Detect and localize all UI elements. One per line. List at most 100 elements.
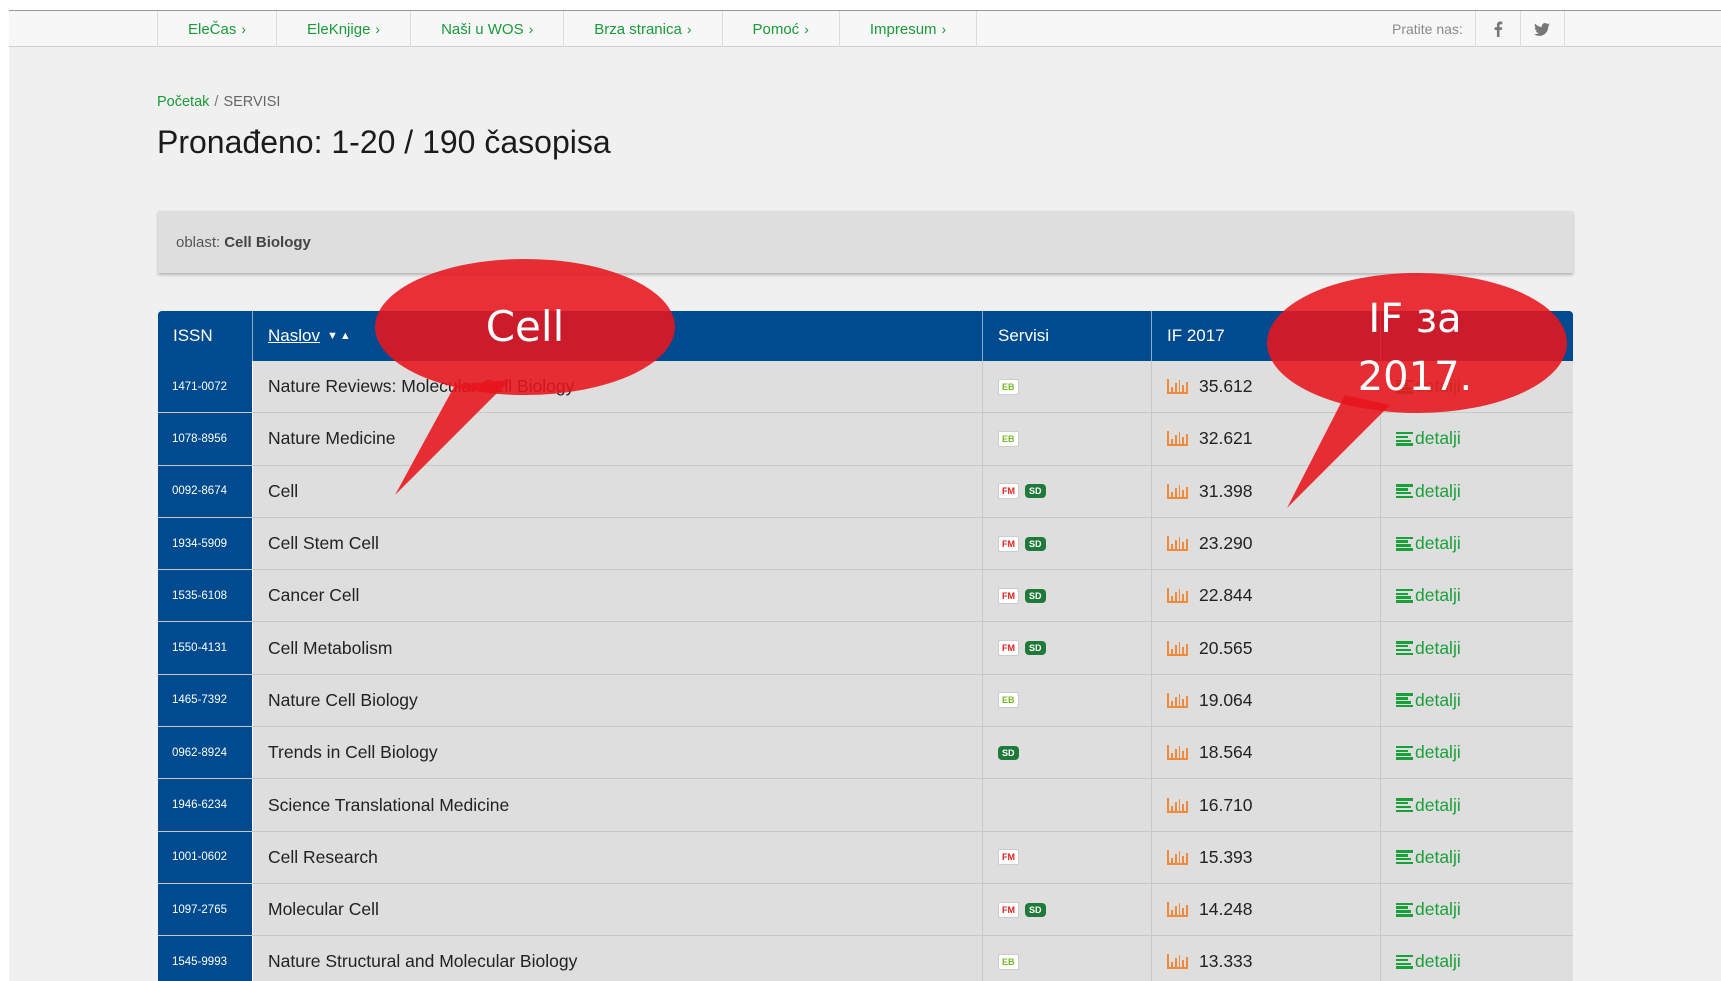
details-link[interactable]: detalji	[1381, 466, 1573, 517]
nav-item-elecas[interactable]: EleČas ›	[157, 11, 276, 47]
impact-factor-cell: 20.565	[1152, 622, 1381, 674]
if-bubble-line2: 2017.	[1357, 354, 1473, 400]
issn-cell: 0092-8674	[158, 465, 253, 517]
bar-chart-icon[interactable]	[1167, 692, 1188, 708]
service-badge-eb[interactable]: EB	[998, 430, 1019, 447]
details-link[interactable]: detalji	[1381, 832, 1573, 883]
issn-cell: 1550-4131	[158, 622, 253, 674]
bar-chart-icon[interactable]	[1167, 640, 1188, 656]
title-cell: Nature Cell Biology	[253, 674, 983, 727]
service-badge-eb[interactable]: EB	[998, 953, 1019, 970]
service-badge-eb[interactable]: EB	[998, 378, 1019, 395]
details-link[interactable]: detalji	[1381, 570, 1573, 621]
sort-icon[interactable]: ▼▲	[327, 330, 353, 342]
service-badge-fm[interactable]: FM	[998, 849, 1019, 866]
breadcrumb-home-link[interactable]: Početak	[157, 94, 209, 110]
issn-cell: 1097-2765	[158, 883, 253, 936]
table-row: 1550-4131 Cell Metabolism FM SD 20.565 detalj…	[158, 622, 1573, 675]
journals-table: ISSN Naslov ▼▲ Servisi IF 2017 1471-0072…	[158, 311, 1573, 981]
nav-item-brza-stranica[interactable]: Brza stranica ›	[563, 11, 721, 47]
facebook-icon[interactable]	[1474, 11, 1520, 47]
details-label[interactable]: detalji	[1415, 481, 1461, 502]
details-label[interactable]: detalji	[1415, 428, 1461, 449]
impact-factor-value: 13.333	[1199, 951, 1253, 972]
details-label[interactable]: detalji	[1415, 742, 1461, 763]
service-badge-sd[interactable]: SD	[1025, 641, 1046, 656]
list-icon	[1396, 431, 1413, 446]
service-badge-fm[interactable]: FM	[998, 640, 1019, 657]
twitter-icon[interactable]	[1519, 11, 1565, 47]
service-badge-sd[interactable]: SD	[1025, 588, 1046, 603]
details-link[interactable]: detalji	[1381, 779, 1573, 830]
bar-chart-icon[interactable]	[1167, 379, 1188, 395]
page: EleČas › EleKnjige › Naši u WOS › Brza stra…	[9, 10, 1721, 981]
services-cell: EB	[983, 413, 1152, 465]
bar-chart-icon[interactable]	[1167, 483, 1188, 499]
service-badge-sd[interactable]: SD	[1025, 484, 1046, 499]
bar-chart-icon[interactable]	[1167, 849, 1188, 865]
list-icon	[1396, 850, 1413, 865]
social-follow: Pratite nas:	[1392, 11, 1565, 47]
details-link[interactable]: detalji	[1381, 884, 1573, 935]
details-link[interactable]: detalji	[1381, 936, 1573, 981]
impact-factor-value: 14.248	[1199, 899, 1253, 920]
details-label[interactable]: detalji	[1415, 795, 1461, 816]
table-body: 1471-0072 Nature Reviews: Molecular Cell …	[158, 361, 1573, 981]
service-badge-fm[interactable]: FM	[998, 901, 1019, 918]
service-badge-sd[interactable]: SD	[998, 745, 1019, 760]
service-badge-fm[interactable]: FM	[998, 535, 1019, 552]
service-badge-sd[interactable]: SD	[1025, 536, 1046, 551]
details-label[interactable]: detalji	[1415, 690, 1461, 711]
service-badge-eb[interactable]: EB	[998, 692, 1019, 709]
top-navigation: EleČas › EleKnjige › Naši u WOS › Brza stra…	[9, 11, 1721, 47]
title-cell: Cell	[253, 465, 983, 517]
details-link[interactable]: detalji	[1381, 413, 1573, 464]
title-cell: Cell Metabolism	[253, 622, 983, 674]
details-link[interactable]: detalji	[1381, 675, 1573, 726]
column-header-issn: ISSN	[158, 311, 253, 361]
bar-chart-icon[interactable]	[1167, 745, 1188, 761]
list-icon	[1396, 588, 1413, 603]
title-cell: Nature Medicine	[253, 413, 983, 465]
services-cell: SD	[983, 727, 1152, 779]
service-badge-fm[interactable]: FM	[998, 483, 1019, 500]
service-badge-fm[interactable]: FM	[998, 587, 1019, 604]
nav-item-nasi-u-wos[interactable]: Naši u WOS ›	[410, 11, 563, 47]
list-icon	[1396, 641, 1413, 656]
services-cell: FM SD	[983, 883, 1152, 936]
nav-item-pomoc[interactable]: Pomoć ›	[721, 11, 839, 47]
impact-factor-cell: 23.290	[1152, 517, 1381, 570]
details-link[interactable]: detalji	[1381, 622, 1573, 673]
table-row: 1097-2765 Molecular Cell FM SD 14.248 detalji	[158, 883, 1573, 937]
sort-by-title-link[interactable]: Naslov	[268, 326, 320, 346]
details-label[interactable]: detalji	[1415, 585, 1461, 606]
bar-chart-icon[interactable]	[1167, 431, 1188, 447]
title-cell: Molecular Cell	[253, 883, 983, 936]
services-cell: EB	[983, 936, 1152, 981]
details-label[interactable]: detalji	[1415, 533, 1461, 554]
service-badge-sd[interactable]: SD	[1025, 902, 1046, 917]
nav-item-impresum[interactable]: Impresum ›	[838, 11, 978, 47]
bar-chart-icon[interactable]	[1167, 954, 1188, 970]
bar-chart-icon[interactable]	[1167, 588, 1188, 604]
bar-chart-icon[interactable]	[1167, 902, 1188, 918]
filter-panel: oblast: Cell Biology	[158, 211, 1573, 273]
table-row: 1001-0602 Cell Research FM 15.393 detalji	[158, 831, 1573, 884]
details-link[interactable]: detalji	[1381, 518, 1573, 569]
issn-cell: 1934-5909	[158, 517, 253, 570]
bar-chart-icon[interactable]	[1167, 797, 1188, 813]
chevron-right-icon: ›	[375, 21, 381, 37]
bar-chart-icon[interactable]	[1167, 536, 1188, 552]
details-link[interactable]: detalji	[1381, 727, 1573, 778]
details-label[interactable]: detalji	[1415, 638, 1461, 659]
filter-value: Cell Biology	[224, 233, 311, 251]
impact-factor-value: 22.844	[1199, 585, 1253, 606]
services-cell: FM SD	[983, 517, 1152, 570]
nav-item-eleknjige[interactable]: EleKnjige ›	[276, 11, 410, 47]
list-icon	[1396, 954, 1413, 969]
nav-menu: EleČas › EleKnjige › Naši u WOS › Brza stra…	[157, 11, 978, 47]
details-label[interactable]: detalji	[1415, 847, 1461, 868]
details-label[interactable]: detalji	[1415, 899, 1461, 920]
details-label[interactable]: detalji	[1415, 951, 1461, 972]
impact-factor-cell: 16.710	[1152, 779, 1381, 831]
